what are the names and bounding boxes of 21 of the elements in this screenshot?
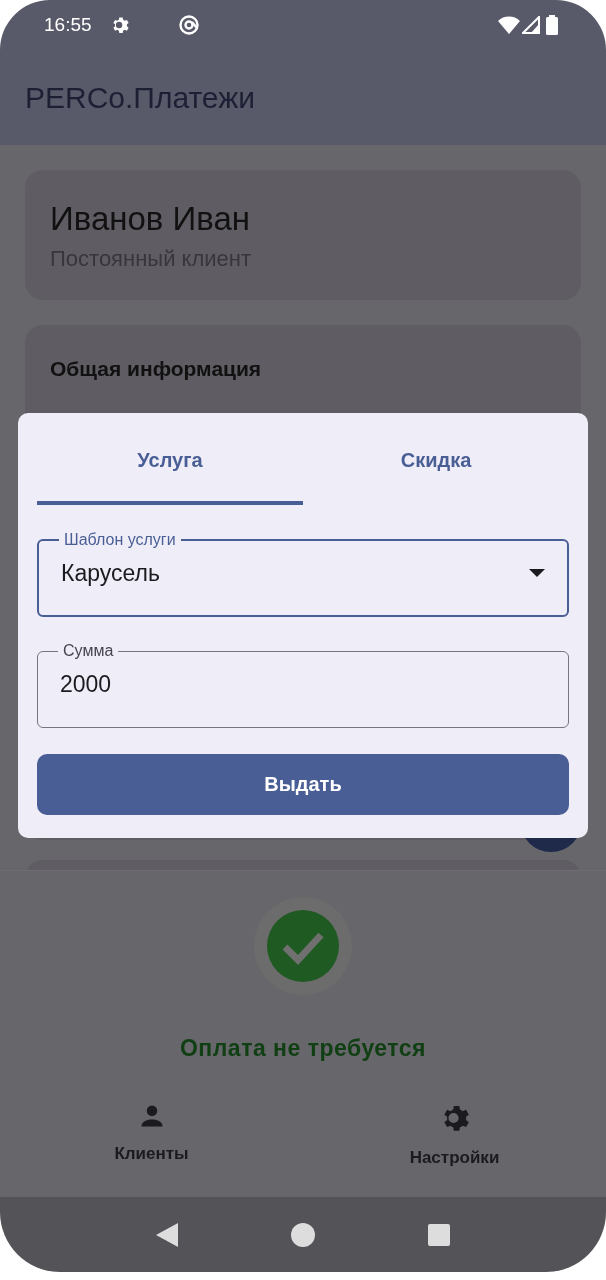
signal-icon	[522, 16, 540, 34]
app-title: PERCo.Платежи	[25, 80, 256, 115]
status-time: 16:55	[44, 14, 92, 36]
home-icon[interactable]	[291, 1222, 315, 1247]
input-field[interactable]: Сумма 2000	[37, 642, 569, 728]
issue-button[interactable]: Выдать	[37, 754, 569, 815]
nav-item[interactable]: Настройки	[303, 1077, 606, 1197]
info-card-title: Общая информация	[50, 357, 263, 381]
check-circle-icon	[254, 897, 352, 995]
tab[interactable]: Скидка	[303, 413, 569, 505]
back-icon[interactable]	[156, 1222, 179, 1247]
battery-icon	[546, 15, 558, 35]
tab[interactable]: Услуга	[37, 413, 303, 505]
circle-at-icon	[177, 14, 200, 36]
dropdown-arrow-icon	[529, 569, 545, 577]
nav-item[interactable]: Клиенты	[0, 1077, 303, 1197]
payment-status-text: Оплата не требуется	[179, 1035, 427, 1062]
recents-icon[interactable]	[427, 1223, 450, 1246]
wifi-icon	[498, 16, 520, 34]
client-name: Иванов Иван	[50, 200, 251, 238]
dropdown-field[interactable]: Шаблон услуги Карусель	[37, 531, 569, 617]
